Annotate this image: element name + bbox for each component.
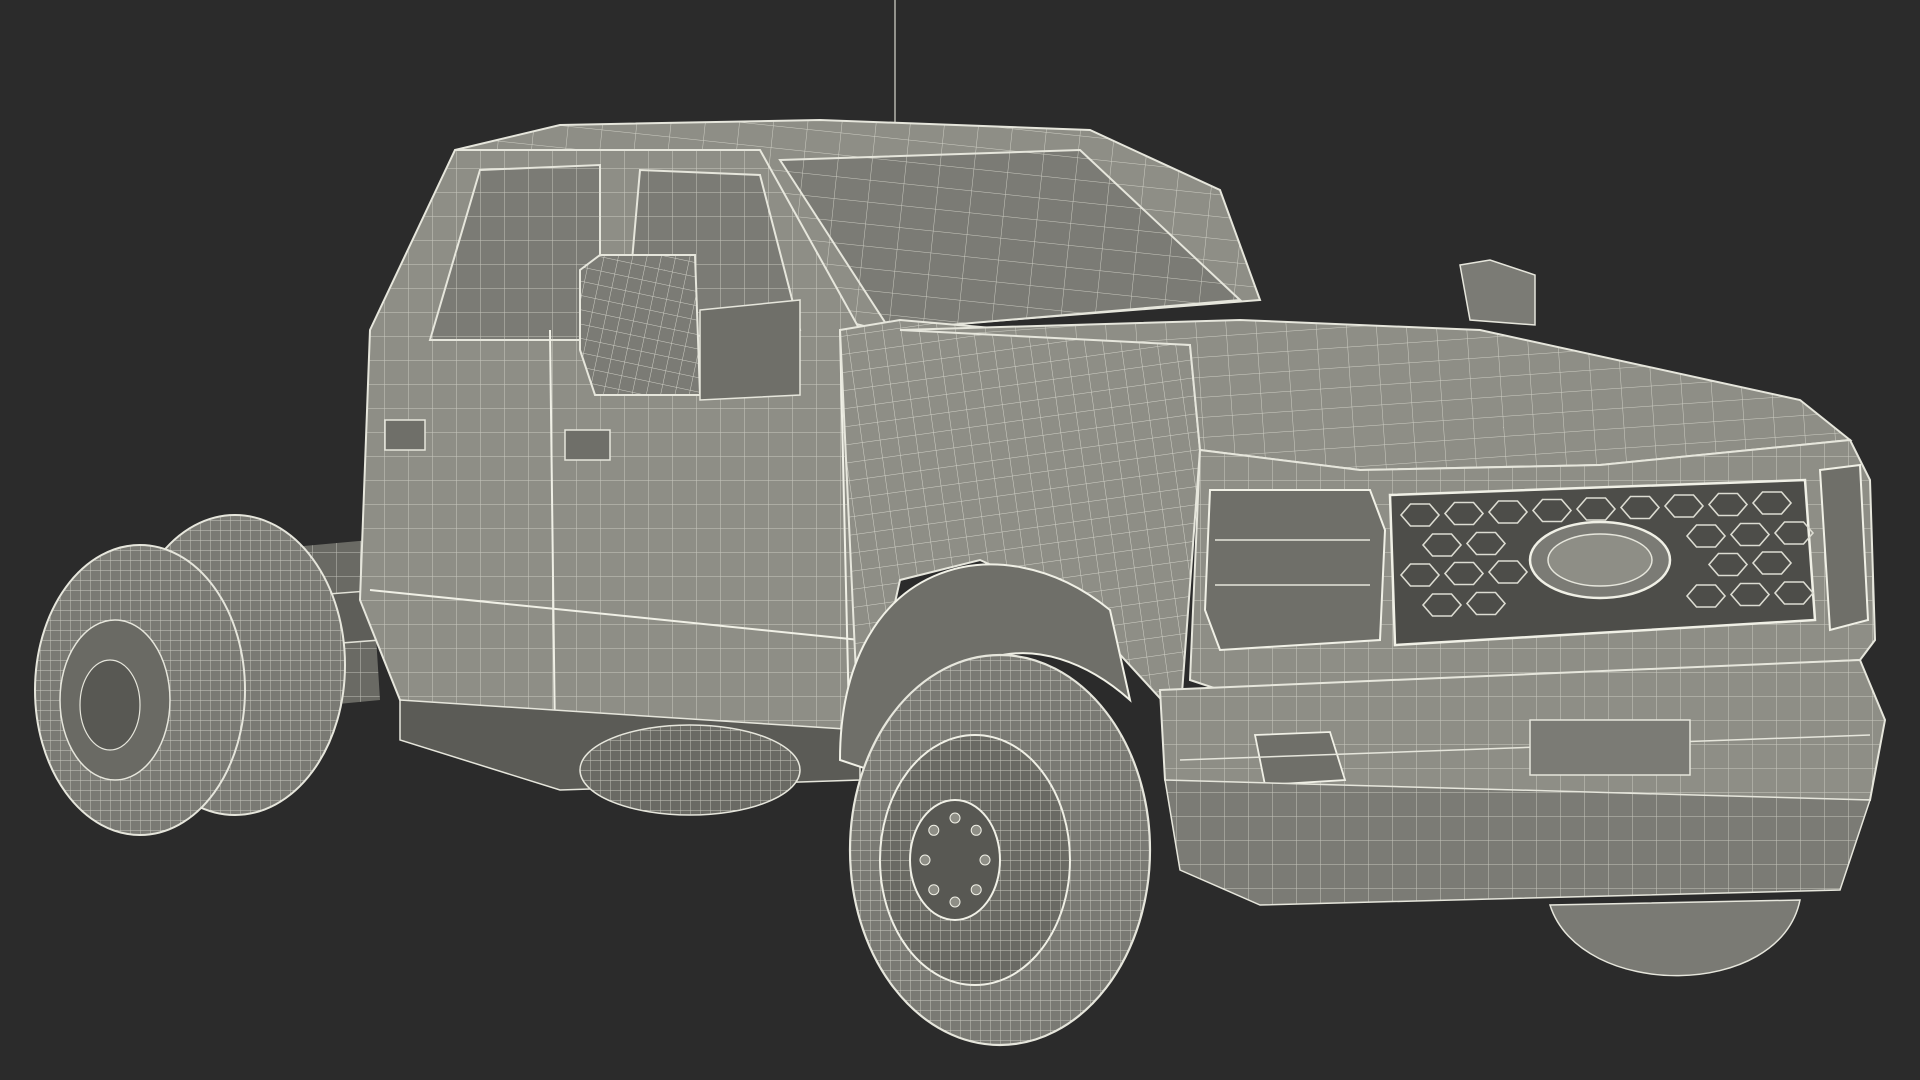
headlight-left (1203, 489, 1387, 652)
lug-nut (928, 884, 940, 896)
lug-nut (970, 824, 982, 836)
lug-nut (949, 812, 961, 824)
lug-nut (949, 896, 961, 908)
lug-nut (979, 854, 991, 866)
render-viewport (0, 0, 1920, 1080)
lug-nut (970, 884, 982, 896)
front-face (1188, 438, 1877, 692)
lug-nut (928, 824, 940, 836)
rear-wheels (34, 514, 346, 836)
front-wheel (848, 653, 1152, 1047)
lug-nut (919, 854, 931, 866)
truck-wireframe-render (34, 0, 1887, 1047)
front-bumper (1158, 658, 1887, 906)
far-front-wheel (1548, 899, 1801, 977)
